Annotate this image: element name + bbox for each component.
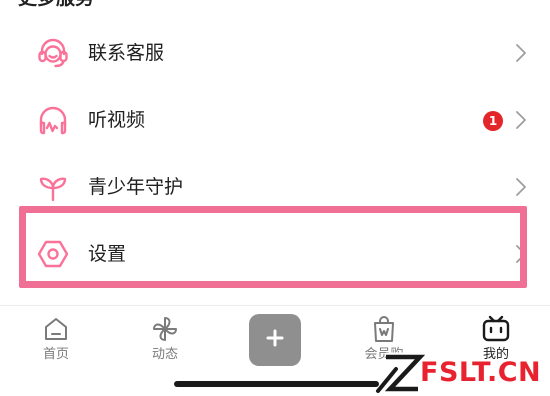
menu-item-listen-video[interactable]: 听视频 1 [0,88,550,152]
headset-icon [35,35,71,71]
pinwheel-icon [150,314,180,344]
menu-item-settings[interactable]: 设置 [0,222,550,286]
headphones-icon [35,102,71,138]
menu-item-label: 听视频 [88,109,146,131]
home-icon [41,314,71,344]
watermark-text: FSLT.CN [420,357,542,388]
tab-home[interactable]: 首页 [16,314,96,374]
create-post-button[interactable] [249,314,301,366]
tab-label: 首页 [42,347,69,362]
notification-badge: 1 [483,111,503,131]
tab-label: 动态 [151,347,178,362]
menu-item-label: 联系客服 [88,42,165,64]
menu-item-label: 设置 [88,243,127,265]
tv-mascot-icon [481,314,511,344]
chevron-right-icon [514,43,528,63]
watermark: FSLT.CN [374,350,550,396]
menu-item-teen-mode[interactable]: 青少年守护 [0,155,550,219]
chevron-right-icon [514,110,528,130]
tab-dynamics[interactable]: 动态 [125,314,205,374]
plus-icon [265,328,285,352]
shopping-bag-icon [369,314,399,344]
home-indicator [174,381,379,387]
sprout-icon [35,169,71,205]
settings-hexagon-icon [35,236,71,272]
section-title: 更多服务 [18,0,94,10]
chevron-right-icon [514,177,528,197]
menu-item-customer-service[interactable]: 联系客服 [0,21,550,85]
watermark-logo-icon [374,351,431,395]
menu-item-label: 青少年守护 [88,176,184,198]
chevron-right-icon [514,244,528,264]
